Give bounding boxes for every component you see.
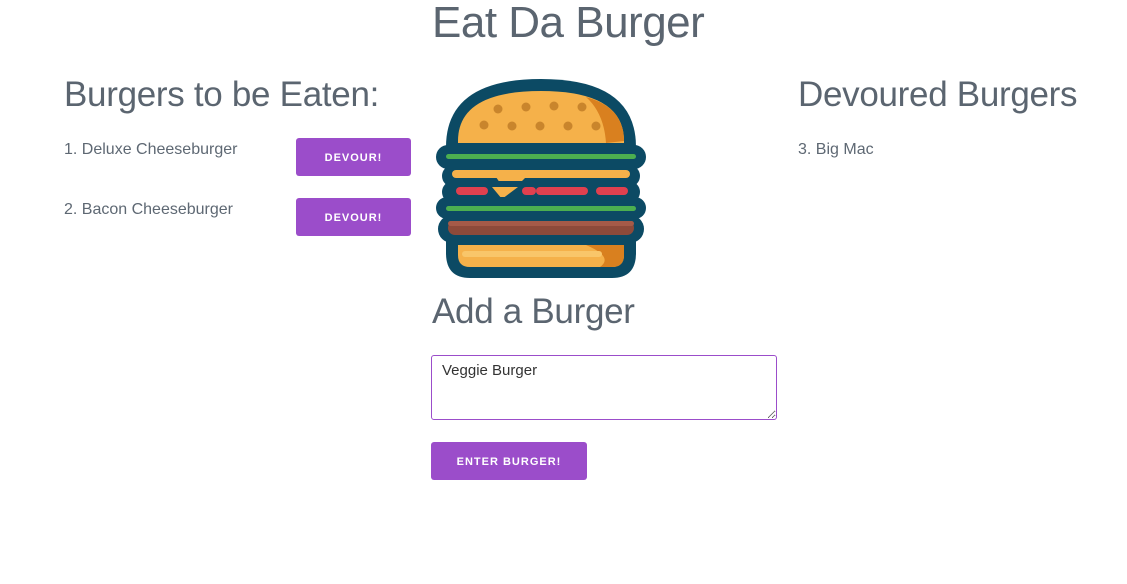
to-eat-list: 1. Deluxe Cheeseburger DEVOUR! 2. Bacon …	[64, 138, 411, 258]
add-burger-heading: Add a Burger	[432, 292, 635, 331]
to-eat-heading: Burgers to be Eaten:	[64, 75, 380, 114]
enter-burger-button[interactable]: ENTER BURGER!	[431, 442, 587, 480]
burger-name: 2. Bacon Cheeseburger	[64, 201, 233, 218]
burger-name-input[interactable]: Veggie Burger	[431, 355, 777, 420]
list-item: 1. Deluxe Cheeseburger DEVOUR!	[64, 138, 411, 176]
page-title: Eat Da Burger	[432, 0, 705, 47]
burger-illustration-icon	[436, 79, 646, 278]
devoured-heading: Devoured Burgers	[798, 75, 1078, 114]
devoured-list: 3. Big Mac	[798, 141, 874, 159]
page: Eat Da Burger Burgers to be Eaten: 1. De…	[0, 0, 1127, 584]
burger-name: 1. Deluxe Cheeseburger	[64, 141, 238, 158]
list-item: 3. Big Mac	[798, 141, 874, 158]
devour-button[interactable]: DEVOUR!	[296, 138, 411, 176]
devour-button[interactable]: DEVOUR!	[296, 198, 411, 236]
list-item: 2. Bacon Cheeseburger DEVOUR!	[64, 198, 411, 236]
